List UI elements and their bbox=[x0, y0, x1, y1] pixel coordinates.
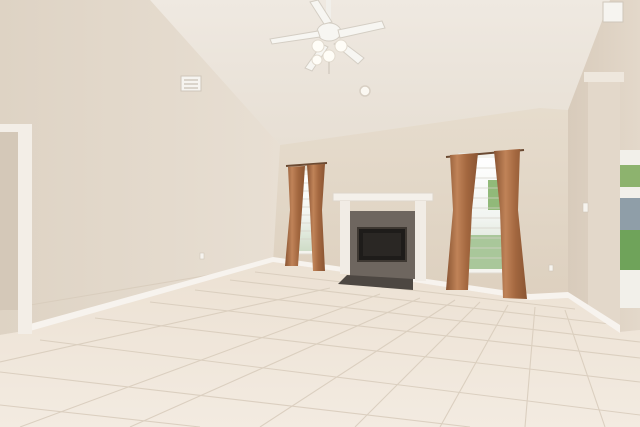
recessed-light bbox=[359, 85, 371, 97]
fan-light-1 bbox=[311, 39, 325, 53]
living-room-scene bbox=[0, 0, 640, 427]
mantel-right-pillar bbox=[415, 201, 426, 281]
right-column bbox=[588, 78, 620, 330]
firebox-glass bbox=[363, 233, 401, 256]
doorway-trim bbox=[18, 124, 32, 334]
fan-light-2 bbox=[334, 39, 348, 53]
mantel-left-pillar bbox=[340, 201, 350, 274]
wall-outlet-right bbox=[548, 264, 554, 272]
wall-outlet-left bbox=[199, 252, 205, 260]
right-wall-vent bbox=[602, 1, 624, 23]
mantel-shelf bbox=[332, 192, 434, 202]
outside-fence bbox=[620, 198, 640, 230]
column-capital bbox=[584, 72, 624, 82]
light-switch bbox=[582, 202, 589, 213]
fan-light-4 bbox=[311, 54, 323, 66]
outside-yard bbox=[620, 228, 640, 270]
left-doorway bbox=[0, 130, 18, 310]
doorway-trim-top bbox=[0, 124, 32, 132]
fan-light-3 bbox=[322, 49, 336, 63]
outside-tree bbox=[620, 165, 640, 187]
